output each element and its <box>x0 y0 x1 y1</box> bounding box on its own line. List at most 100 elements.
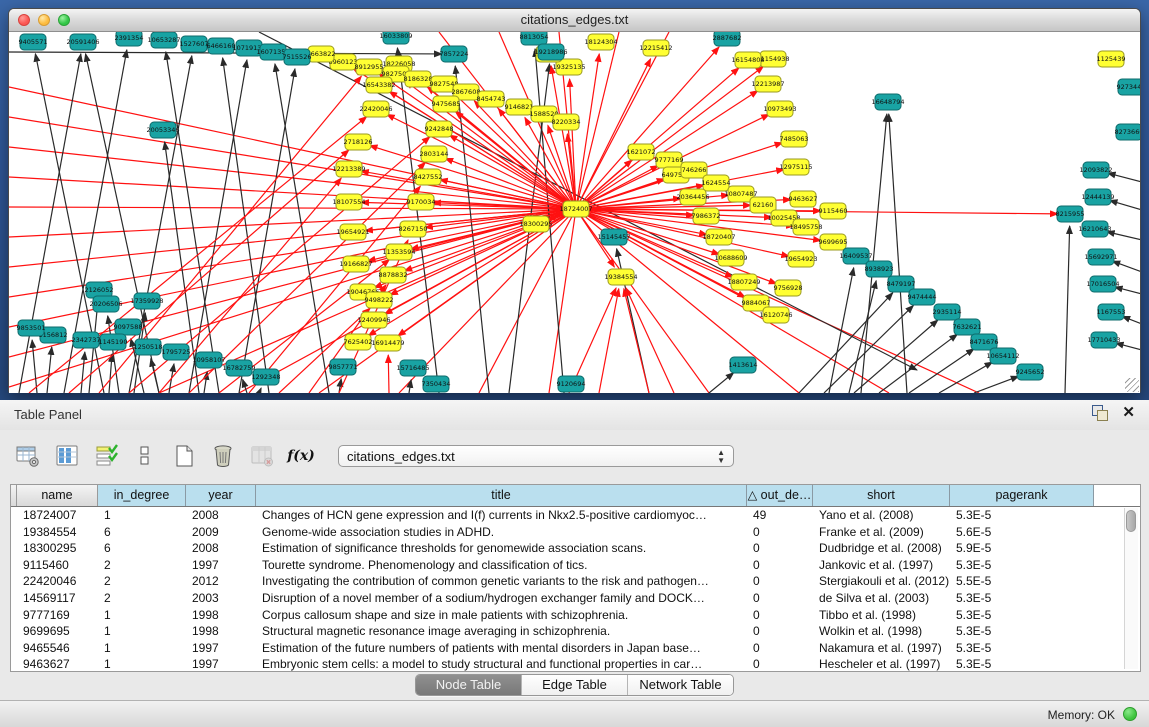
window-titlebar[interactable]: citations_edges.txt <box>9 9 1140 32</box>
cell-title: Changes of HCN gene expression and I(f) … <box>256 507 747 524</box>
tab-node-table[interactable]: Node Table <box>416 675 522 695</box>
svg-text:9756928: 9756928 <box>774 284 803 292</box>
cell-short: Tibbo et al. (1998) <box>813 607 950 624</box>
cell-title: Structural magnetic resonance image aver… <box>256 623 747 640</box>
svg-text:10654112: 10654112 <box>986 352 1019 360</box>
tab-edge-table[interactable]: Edge Table <box>522 675 628 695</box>
column-header-title[interactable]: title <box>256 485 747 506</box>
svg-text:7515526: 7515526 <box>283 53 312 61</box>
svg-text:6466160: 6466160 <box>207 42 236 50</box>
svg-text:10958107: 10958107 <box>192 356 225 364</box>
column-header-out_de[interactable]: △ out_de… <box>747 485 813 506</box>
table-selector-value: citations_edges.txt <box>347 449 455 464</box>
cell-short: Jankovic et al. (1997) <box>813 557 950 574</box>
svg-text:12093822: 12093822 <box>1079 166 1112 174</box>
column-header-pagerank[interactable]: pagerank <box>950 485 1094 506</box>
table-scrollbar[interactable] <box>1124 508 1138 669</box>
table-row[interactable]: 946554611997Estimation of the future num… <box>11 640 1140 657</box>
table-selector-dropdown[interactable]: citations_edges.txt ▲▼ <box>338 445 734 467</box>
svg-text:9115460: 9115460 <box>819 207 848 215</box>
svg-text:9405571: 9405571 <box>19 38 48 46</box>
cell-pagerank: 5.9E-5 <box>950 540 1094 557</box>
svg-text:2718126: 2718126 <box>344 138 373 146</box>
table-row[interactable]: 1456911722003Disruption of a novel membe… <box>11 590 1140 607</box>
cell-out_de: 0 <box>747 640 813 657</box>
minimize-window-button[interactable] <box>38 14 50 26</box>
cell-out_de: 0 <box>747 557 813 574</box>
table-row[interactable]: 977716911998Corpus callosum shape and si… <box>11 607 1140 624</box>
svg-text:7857224: 7857224 <box>440 50 469 58</box>
table-type-tabs: Node TableEdge TableNetwork Table <box>415 674 734 696</box>
svg-text:8220334: 8220334 <box>552 118 581 126</box>
table-row[interactable]: 1830029562008Estimation of significance … <box>11 540 1140 557</box>
cell-year: 2012 <box>186 573 256 590</box>
svg-text:19166827: 19166827 <box>339 260 372 268</box>
select-columns-icon[interactable] <box>53 441 81 471</box>
svg-text:12213987: 12213987 <box>751 80 784 88</box>
close-window-button[interactable] <box>18 14 30 26</box>
cell-short: Hescheler et al. (1997) <box>813 656 950 672</box>
citation-network-graph[interactable]: 1872400789601238912955182260589827503165… <box>9 32 1140 393</box>
cell-year: 2008 <box>186 540 256 557</box>
traffic-lights <box>18 14 70 26</box>
zoom-window-button[interactable] <box>58 14 70 26</box>
column-header-year[interactable]: year <box>186 485 256 506</box>
svg-text:8267150: 8267150 <box>399 225 428 233</box>
cell-in_degree: 6 <box>98 540 186 557</box>
svg-text:2391354: 2391354 <box>115 34 144 42</box>
svg-text:16543382: 16543382 <box>362 81 395 89</box>
svg-text:1292348: 1292348 <box>252 373 281 381</box>
svg-text:18720407: 18720407 <box>702 233 735 241</box>
svg-text:8912955: 8912955 <box>355 63 384 71</box>
table-row[interactable]: 969969511998Structural magnetic resonanc… <box>11 623 1140 640</box>
cell-out_de: 0 <box>747 573 813 590</box>
cell-title: Estimation of significance thresholds fo… <box>256 540 747 557</box>
desktop-background: citations_edges.txt 18724007896012389129… <box>0 0 1149 400</box>
svg-text:2887682: 2887682 <box>713 34 742 42</box>
svg-text:19654923: 19654923 <box>784 255 817 263</box>
tab-network-table[interactable]: Network Table <box>628 675 733 695</box>
svg-text:12444139: 12444139 <box>1081 193 1114 201</box>
svg-text:10653287: 10653287 <box>147 36 180 44</box>
column-header-short[interactable]: short <box>813 485 950 506</box>
svg-text:9884067: 9884067 <box>742 299 771 307</box>
svg-text:12409946: 12409946 <box>357 316 390 324</box>
column-header-in_degree[interactable]: in_degree <box>98 485 186 506</box>
merge-tables-icon[interactable] <box>131 441 159 471</box>
table-row[interactable]: 911546021997Tourette syndrome. Phenomeno… <box>11 557 1140 574</box>
svg-text:17016504: 17016504 <box>1086 280 1119 288</box>
table-row[interactable]: 946362711997Embryonic stem cells: a mode… <box>11 656 1140 672</box>
float-panel-icon[interactable] <box>1092 405 1108 421</box>
close-panel-icon[interactable]: ✕ <box>1122 405 1135 421</box>
svg-text:16120746: 16120746 <box>759 311 792 319</box>
svg-text:9475685: 9475685 <box>432 100 461 108</box>
function-builder-icon[interactable]: f(x) <box>287 441 315 471</box>
svg-text:9242848: 9242848 <box>425 125 454 133</box>
table-row[interactable]: 1938455462009Genome-wide association stu… <box>11 524 1140 541</box>
table-panel-header: Table Panel ✕ <box>0 400 1149 430</box>
cell-title: Genome-wide association studies in ADHD. <box>256 524 747 541</box>
svg-text:9170034: 9170034 <box>407 198 436 206</box>
table-row[interactable]: 2242004622012Investigating the contribut… <box>11 573 1140 590</box>
cell-out_de: 0 <box>747 623 813 640</box>
table-tabs-row: Node TableEdge TableNetwork Table <box>0 674 1149 696</box>
cell-name: 18724007 <box>17 507 98 524</box>
canvas-resize-grip[interactable] <box>1125 378 1139 392</box>
svg-text:12213389: 12213389 <box>332 165 365 173</box>
cell-in_degree: 1 <box>98 623 186 640</box>
cell-short: Stergiakouli et al. (2012) <box>813 573 950 590</box>
table-row[interactable]: 1872400712008Changes of HCN gene express… <box>11 507 1140 524</box>
table-settings-icon[interactable] <box>14 441 42 471</box>
select-rows-icon[interactable] <box>92 441 120 471</box>
cell-name: 9465546 <box>17 640 98 657</box>
column-header-name[interactable]: name <box>17 485 98 506</box>
cell-pagerank: 5.3E-5 <box>950 557 1094 574</box>
delete-rows-icon[interactable] <box>209 441 237 471</box>
svg-text:10973493: 10973493 <box>763 105 796 113</box>
new-table-icon[interactable] <box>170 441 198 471</box>
svg-text:16154808: 16154808 <box>731 56 764 64</box>
cell-year: 1997 <box>186 656 256 672</box>
table-scrollbar-thumb[interactable] <box>1126 510 1136 532</box>
status-bar: Memory: OK <box>0 700 1149 727</box>
network-canvas[interactable]: 1872400789601238912955182260589827503165… <box>9 32 1140 393</box>
